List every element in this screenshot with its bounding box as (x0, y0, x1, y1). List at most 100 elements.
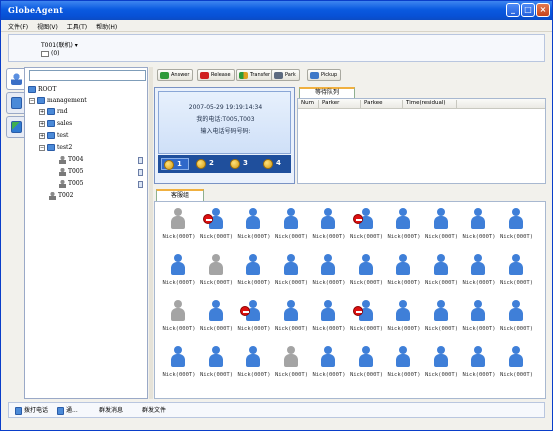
folder-icon (47, 108, 55, 115)
person-icon (471, 208, 485, 232)
person-icon (508, 208, 523, 232)
busy-icon (240, 306, 250, 316)
phone-icon (11, 97, 22, 109)
folder-icon (28, 86, 36, 93)
call-button[interactable]: 拨打电话 (15, 406, 48, 416)
answer-button[interactable]: Answer (157, 69, 194, 81)
phone-icon (15, 406, 22, 415)
maximize-button[interactable]: □ (521, 3, 535, 17)
transfer-button[interactable]: Transfer (236, 69, 275, 81)
folder-icon (47, 132, 55, 139)
panel-splitter[interactable] (149, 67, 153, 399)
left-vertical-tabs (5, 68, 25, 398)
tree-node-root[interactable]: ROOT (28, 85, 56, 95)
busy-icon (352, 214, 363, 224)
tree-agent-t004[interactable]: T004 (59, 155, 83, 165)
person-icon (508, 300, 523, 324)
phone-icon[interactable] (138, 169, 143, 176)
agent-icon (59, 179, 66, 188)
park-button[interactable]: Park (271, 69, 300, 81)
tab-service-group[interactable]: 客服组 (156, 189, 204, 201)
phone-my-number: 我的电话:T005,T003 (196, 116, 255, 123)
person-icon (471, 300, 485, 324)
menu-tools[interactable]: 工具(T) (67, 22, 87, 31)
person-icon (508, 346, 523, 370)
softphone-panel: 2007-05-29 19:19:14:34 我的电话:T005,T003 输入… (154, 87, 295, 184)
broadcast-file-button[interactable]: 群发文件 (142, 406, 166, 416)
broadcast-message-button[interactable]: 群发消息 (99, 406, 123, 416)
expand-icon[interactable]: + (39, 120, 45, 127)
person-icon (246, 346, 260, 370)
title-bar[interactable]: GlobeAgent _ □ × (1, 1, 552, 20)
collapse-icon[interactable]: − (39, 144, 45, 151)
line-2-button[interactable]: 2 (194, 158, 222, 170)
collapse-icon[interactable]: − (29, 97, 35, 104)
person-icon (283, 254, 298, 278)
person-icon (396, 254, 410, 278)
person-icon (171, 208, 185, 232)
busy-icon (202, 214, 213, 224)
agent-idle[interactable]: Nick(000T) (495, 206, 539, 246)
tree-node-rnd[interactable]: + rnd (39, 107, 68, 117)
agent-idle[interactable]: Nick(000T) (495, 344, 539, 384)
agent-idle[interactable]: Nick(000T) (495, 252, 539, 292)
extension-status-dropdown[interactable]: T001(联机) ▾ (41, 40, 78, 49)
person-icon (246, 254, 260, 278)
person-icon (396, 346, 410, 370)
minimize-button[interactable]: _ (506, 3, 520, 17)
agent-idle[interactable]: Nick(000T) (495, 298, 539, 338)
person-icon (471, 346, 485, 370)
tree-node-test2[interactable]: − test2 (39, 143, 72, 153)
message-count: (0) (51, 50, 60, 57)
person-icon (321, 300, 335, 324)
agent-name: Nick(000T) (499, 372, 534, 378)
person-icon (321, 254, 335, 278)
menu-file[interactable]: 文件(F) (8, 22, 28, 31)
line-1-button[interactable]: 1 (161, 158, 189, 170)
close-button[interactable]: × (536, 3, 550, 17)
col-num[interactable]: Num (301, 100, 314, 106)
menu-help[interactable]: 帮助(H) (96, 22, 117, 31)
people-icon (11, 73, 22, 85)
waiting-queue-panel: 等待队列 Num Parker Parkee Time(residual) (297, 87, 546, 184)
phone-icon[interactable] (138, 181, 143, 188)
tab-contacts[interactable] (6, 68, 25, 90)
line-4-button[interactable]: 4 (261, 158, 289, 170)
tree-agent-t005[interactable]: T005 (59, 167, 83, 177)
call-toolbar: Answer Release Transfer Park Pickup (154, 67, 546, 83)
queue-table: Num Parker Parkee Time(residual) (297, 98, 546, 184)
pickup-icon (310, 72, 319, 79)
message-indicator[interactable]: (0) (41, 50, 60, 57)
line-icon (196, 159, 206, 169)
person-icon (208, 346, 223, 370)
phone-datetime: 2007-05-29 19:19:14:34 (188, 104, 263, 111)
phone-line-bar: 1 2 3 4 (158, 155, 291, 173)
col-time-residual[interactable]: Time(residual) (406, 100, 446, 106)
phone-icon (57, 406, 64, 415)
phone-icon[interactable] (138, 157, 143, 164)
tree-node-test[interactable]: + test (39, 131, 68, 141)
agent-icon (59, 167, 66, 176)
pickup-button[interactable]: Pickup (307, 69, 342, 81)
expand-icon[interactable]: + (39, 108, 45, 115)
busy-icon (352, 306, 363, 316)
expand-icon[interactable]: + (39, 132, 45, 139)
folder-icon (37, 97, 45, 104)
tab-waiting-queue[interactable]: 等待队列 (299, 87, 355, 98)
tree-agent-t002[interactable]: T002 (49, 191, 73, 201)
tree-node-management[interactable]: − management (29, 96, 87, 106)
release-button[interactable]: Release (197, 69, 235, 81)
tree-search-input[interactable] (29, 70, 146, 81)
tab-notes[interactable] (6, 116, 25, 138)
tab-phone[interactable] (6, 92, 25, 114)
col-parkee[interactable]: Parkee (364, 100, 382, 106)
col-parker[interactable]: Parker (322, 100, 339, 106)
line-3-button[interactable]: 3 (228, 158, 256, 170)
person-icon (433, 208, 448, 232)
app-window: GlobeAgent _ □ × 文件(F) 视图(V) 工具(T) 帮助(H)… (0, 0, 553, 431)
tree-agent-t005[interactable]: T005 (59, 179, 83, 189)
more-button[interactable]: 通... (57, 406, 78, 416)
person-icon (471, 254, 485, 278)
menu-view[interactable]: 视图(V) (37, 22, 58, 31)
tree-node-sales[interactable]: + sales (39, 119, 72, 129)
